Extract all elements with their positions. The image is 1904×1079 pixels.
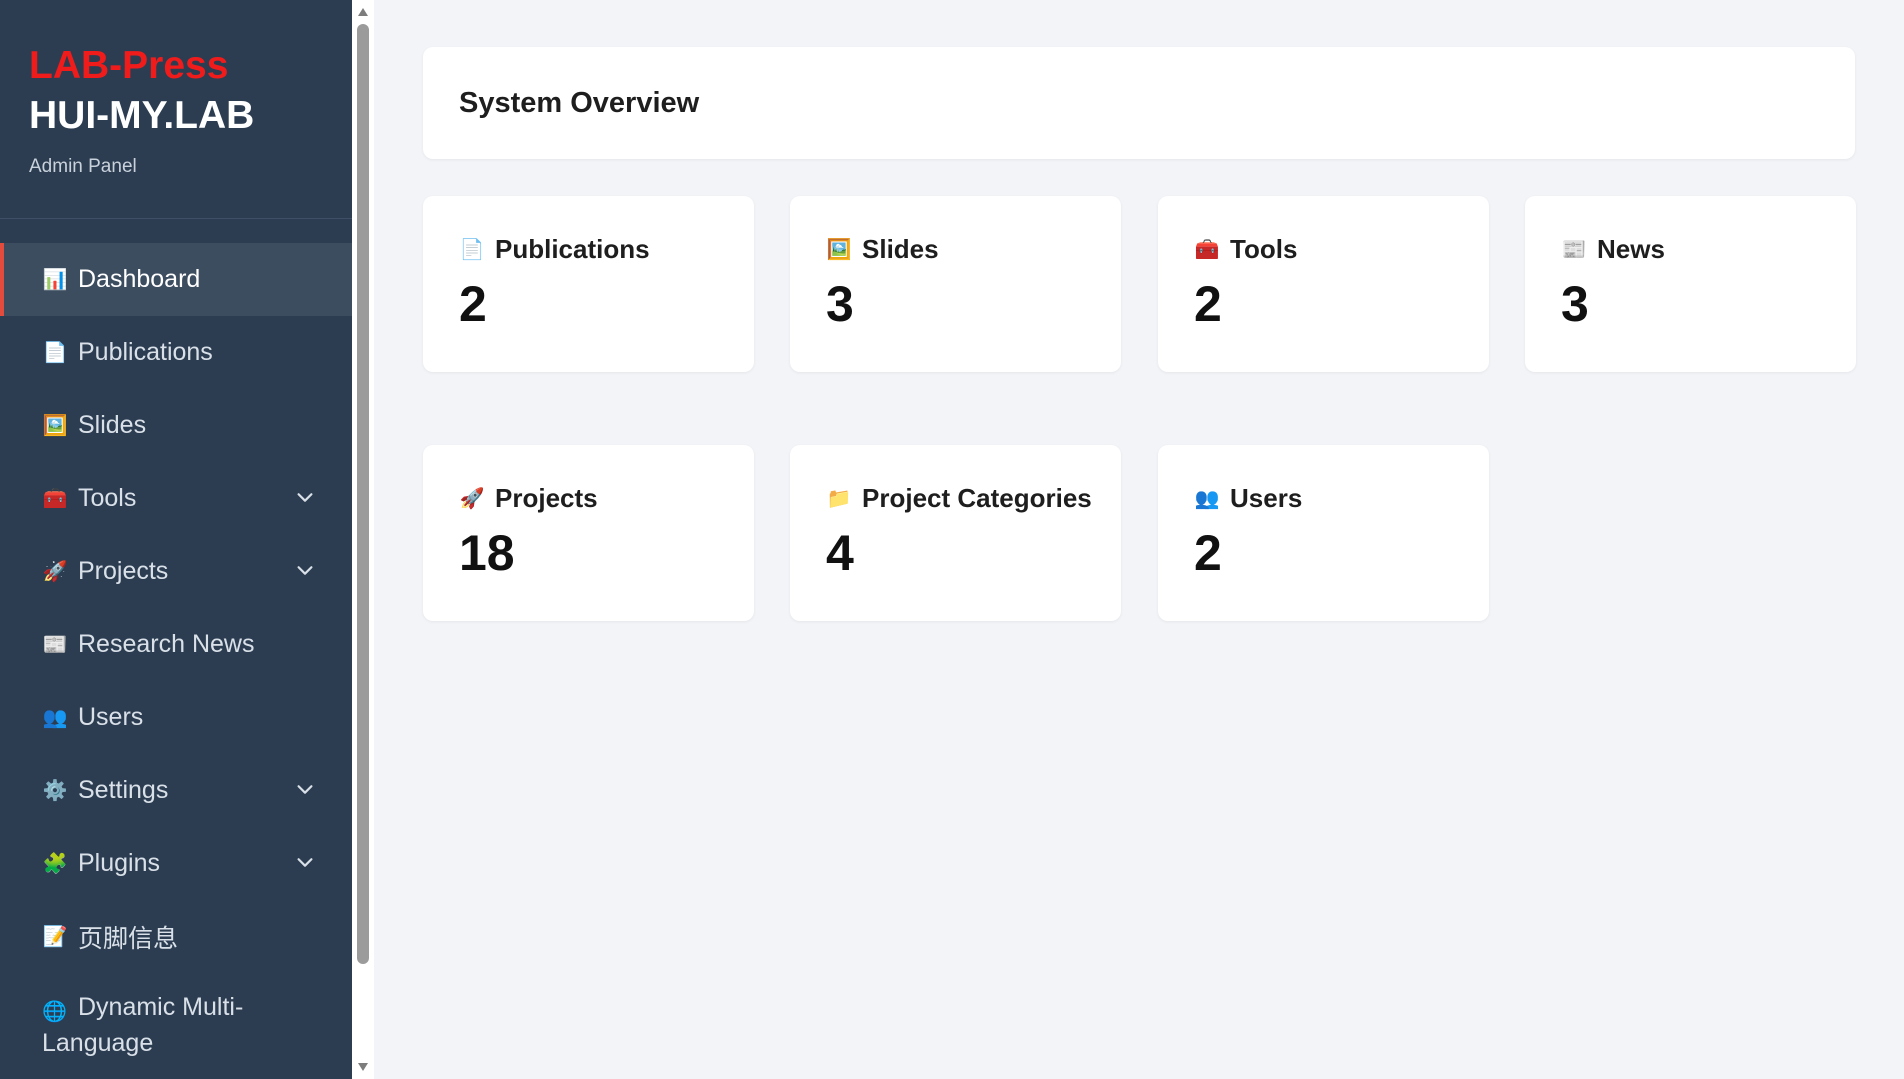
sidebar-item-slides[interactable]: 🖼️ Slides [0,389,352,462]
gear-icon: ⚙️ [42,780,68,802]
card-header: 👥 Users [1194,483,1489,513]
rocket-icon: 🚀 [42,561,68,583]
card-value: 3 [1561,276,1589,332]
card-value: 4 [826,525,854,581]
document-icon: 📄 [459,238,485,261]
card-header: 📰 News [1561,234,1856,264]
card-header: 📄 Publications [459,234,754,264]
sidebar-item-projects[interactable]: 🚀 Projects [0,535,352,608]
sidebar-item-label: Publications [78,338,213,366]
sidebar-item-tools[interactable]: 🧰 Tools [0,462,352,535]
stat-card-tools[interactable]: 🧰 Tools 2 [1158,196,1489,372]
picture-icon: 🖼️ [42,415,68,437]
overview-header: System Overview [423,47,1855,159]
stat-card-users[interactable]: 👥 Users 2 [1158,445,1489,621]
card-title: Project Categories [862,482,1092,513]
card-value: 3 [826,276,854,332]
users-icon: 👥 [1194,487,1220,510]
brand-name[interactable]: LAB-Press [29,44,322,88]
sidebar-item-label: Users [78,703,144,731]
card-title: Projects [495,482,598,513]
sidebar-item-label: Settings [78,776,169,804]
toolbox-icon: 🧰 [1194,238,1220,261]
sidebar-item-footer-info[interactable]: 📝 页脚信息 [0,900,352,973]
stat-card-project-categories[interactable]: 📁 Project Categories 4 [790,445,1121,621]
sidebar-item-label: 🌐 Dynamic Multi-Language [42,989,322,1061]
sidebar-item-label: 页脚信息 [78,924,179,953]
stat-card-projects[interactable]: 🚀 Projects 18 [423,445,754,621]
toolbox-icon: 🧰 [42,488,68,510]
document-icon: 📄 [42,342,68,364]
sidebar-item-dashboard[interactable]: 📊 Dashboard [0,243,352,316]
card-title: Tools [1230,233,1298,264]
page-title: System Overview [459,86,700,119]
brand-block: LAB-Press HUI-MY.LAB Admin Panel [0,0,352,219]
sidebar: LAB-Press HUI-MY.LAB Admin Panel 📊 Dashb… [0,0,352,1079]
memo-icon: 📝 [42,926,68,948]
card-value: 2 [459,276,487,332]
sidebar-item-label: Tools [78,484,137,512]
card-value: 2 [1194,276,1222,332]
newspaper-icon: 📰 [42,634,68,656]
sidebar-item-label: Dashboard [78,265,201,293]
users-icon: 👥 [42,707,68,729]
card-header: 🚀 Projects [459,483,754,513]
card-title: Publications [495,233,650,264]
sidebar-item-plugins[interactable]: 🧩 Plugins [0,827,352,900]
chevron-down-icon[interactable] [294,851,316,873]
scrollbar-thumb[interactable] [357,24,369,964]
bar-chart-icon: 📊 [42,269,68,291]
globe-icon: 🌐 [42,1001,67,1023]
sidebar-item-users[interactable]: 👥 Users [0,681,352,754]
sidebar-item-label: Projects [78,557,169,585]
brand-subtitle: Admin Panel [29,156,137,177]
scroll-up-arrow-icon[interactable] [358,8,368,16]
chevron-down-icon[interactable] [294,778,316,800]
card-header: 📁 Project Categories [826,483,1121,513]
chevron-down-icon[interactable] [294,559,316,581]
card-header: 🧰 Tools [1194,234,1489,264]
stat-card-publications[interactable]: 📄 Publications 2 [423,196,754,372]
card-title: Users [1230,482,1303,513]
folder-icon: 📁 [826,487,852,510]
scroll-down-arrow-icon[interactable] [358,1063,368,1071]
card-value: 2 [1194,525,1222,581]
sidebar-nav: 📊 Dashboard 📄 Publications 🖼️ Slides 🧰 T… [0,243,352,1063]
chevron-down-icon[interactable] [294,486,316,508]
rocket-icon: 🚀 [459,487,485,510]
stat-card-news[interactable]: 📰 News 3 [1525,196,1856,372]
puzzle-icon: 🧩 [42,853,68,875]
brand-lab-name[interactable]: HUI-MY.LAB [29,88,322,144]
main-content: System Overview 📄 Publications 2 🖼️ Slid… [374,0,1904,1079]
card-value: 18 [459,525,515,581]
newspaper-icon: 📰 [1561,238,1587,261]
sidebar-item-settings[interactable]: ⚙️ Settings [0,754,352,827]
stat-card-slides[interactable]: 🖼️ Slides 3 [790,196,1121,372]
sidebar-item-dynamic-multi-language[interactable]: 🌐 Dynamic Multi-Language [0,973,352,1063]
sidebar-item-label: Research News [78,630,255,658]
sidebar-item-research-news[interactable]: 📰 Research News [0,608,352,681]
picture-icon: 🖼️ [826,238,852,261]
sidebar-item-label: Slides [78,411,147,439]
card-header: 🖼️ Slides [826,234,1121,264]
sidebar-scrollbar[interactable] [352,0,374,1079]
card-title: News [1597,233,1665,264]
sidebar-item-label: Plugins [78,849,160,877]
app-window: LAB-Press HUI-MY.LAB Admin Panel 📊 Dashb… [0,0,1904,1079]
sidebar-item-label-text: Dynamic Multi-Language [42,993,244,1057]
card-title: Slides [862,233,939,264]
sidebar-item-publications[interactable]: 📄 Publications [0,316,352,389]
